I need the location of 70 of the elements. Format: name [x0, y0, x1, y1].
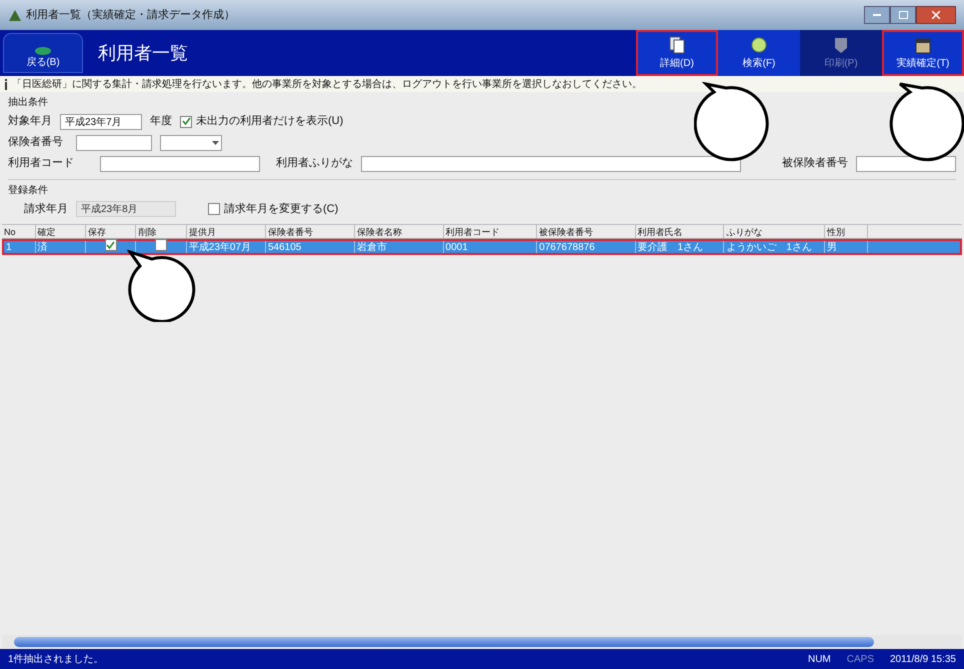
table-cell-text: 1	[6, 240, 12, 254]
checkbox-label: 未出力の利用者だけを表示(U)	[196, 114, 344, 130]
calendar-icon	[915, 36, 931, 54]
billing-month-field[interactable]: 平成23年8月	[76, 201, 176, 217]
column-header[interactable]: 性別	[825, 225, 868, 238]
status-datetime: 2011/8/9 15:35	[890, 652, 956, 666]
toolbar-button[interactable]: 詳細(D)	[636, 30, 718, 76]
column-header[interactable]: 提供月	[186, 225, 266, 238]
info-message: 「日医総研」に関する集計・請求処理を行ないます。他の事業所を対象とする場合は、ログアウトを行い事業所を選択しなおしてください。	[12, 78, 642, 92]
table-cell-text: 男	[827, 240, 838, 254]
table-cell-text: 0767678876	[539, 240, 595, 254]
field-label: 年度	[150, 114, 172, 130]
insurer-dropdown[interactable]	[160, 134, 222, 150]
window-title: 利用者一覧（実績確定・請求データ作成）	[26, 8, 235, 23]
kana-field[interactable]	[361, 156, 741, 172]
column-header[interactable]: 確定	[36, 225, 86, 238]
caps-indicator: CAPS	[846, 652, 874, 666]
table-cell-text: 要介護 1さん	[638, 240, 704, 254]
column-header[interactable]: 保存	[86, 225, 136, 238]
field-label: 利用者ふりがな	[276, 156, 353, 172]
table-cell-text: ようかいご 1さん	[726, 240, 812, 254]
checkbox[interactable]	[208, 203, 220, 215]
column-header[interactable]: 利用者コード	[444, 225, 538, 238]
column-header[interactable]: ふりがな	[724, 225, 826, 238]
table-cell-text: 平成23年07月	[188, 240, 252, 254]
close-icon	[932, 11, 940, 19]
insured-number-field[interactable]	[856, 156, 956, 172]
field-label: 請求年月	[24, 202, 68, 217]
checkbox[interactable]	[180, 116, 192, 128]
column-header[interactable]: 削除	[136, 225, 187, 238]
table-cell-text: 済	[38, 240, 48, 254]
num-indicator: NUM	[808, 652, 831, 666]
user-code-field[interactable]	[100, 156, 260, 172]
column-header[interactable]: 保険者名称	[354, 225, 444, 238]
globe-icon	[750, 36, 768, 54]
field-label: 保険者番号	[8, 134, 64, 150]
checkbox[interactable]	[155, 238, 168, 250]
table-cell-text: 546105	[268, 240, 302, 254]
info-icon	[4, 78, 8, 90]
month-field[interactable]: 平成23年7月	[60, 114, 142, 130]
minimize-icon	[873, 14, 881, 16]
close-button[interactable]	[916, 6, 956, 24]
shield-icon	[834, 36, 848, 54]
app-icon	[8, 8, 22, 22]
field-label: 利用者コード	[8, 156, 75, 172]
group-title: 抽出条件	[8, 97, 48, 108]
screen-title: 利用者一覧	[98, 42, 188, 64]
toolbar-button[interactable]: 検索(F)	[718, 30, 800, 76]
status-message: 1件抽出されました。	[8, 652, 104, 666]
field-label: 被保険者番号	[782, 156, 848, 172]
scrollbar-thumb[interactable]	[14, 637, 874, 647]
insurer-number-field[interactable]	[76, 134, 152, 150]
horizontal-scrollbar[interactable]	[2, 635, 962, 649]
caret-icon	[212, 140, 219, 144]
column-header[interactable]: 保険者番号	[266, 225, 355, 238]
field-label: 対象年月	[8, 114, 52, 130]
checkbox[interactable]	[104, 239, 117, 252]
maximize-icon	[898, 11, 908, 19]
minimize-button[interactable]	[864, 6, 890, 24]
checkbox-label: 請求年月を変更する(C)	[224, 202, 338, 217]
column-header[interactable]: No	[2, 225, 36, 238]
group-title: 登録条件	[8, 184, 48, 196]
column-header[interactable]: 被保険者番号	[537, 225, 636, 238]
column-header[interactable]: 利用者氏名	[636, 225, 724, 238]
table-cell-text: 岩倉市	[356, 240, 387, 254]
toolbar-button[interactable]: 実績確定(T)	[882, 30, 964, 76]
maximize-button[interactable]	[890, 6, 916, 24]
table-cell-text: 0001	[446, 240, 468, 254]
document-icon	[669, 36, 685, 54]
back-button[interactable]: 戻る(B)	[3, 33, 83, 73]
